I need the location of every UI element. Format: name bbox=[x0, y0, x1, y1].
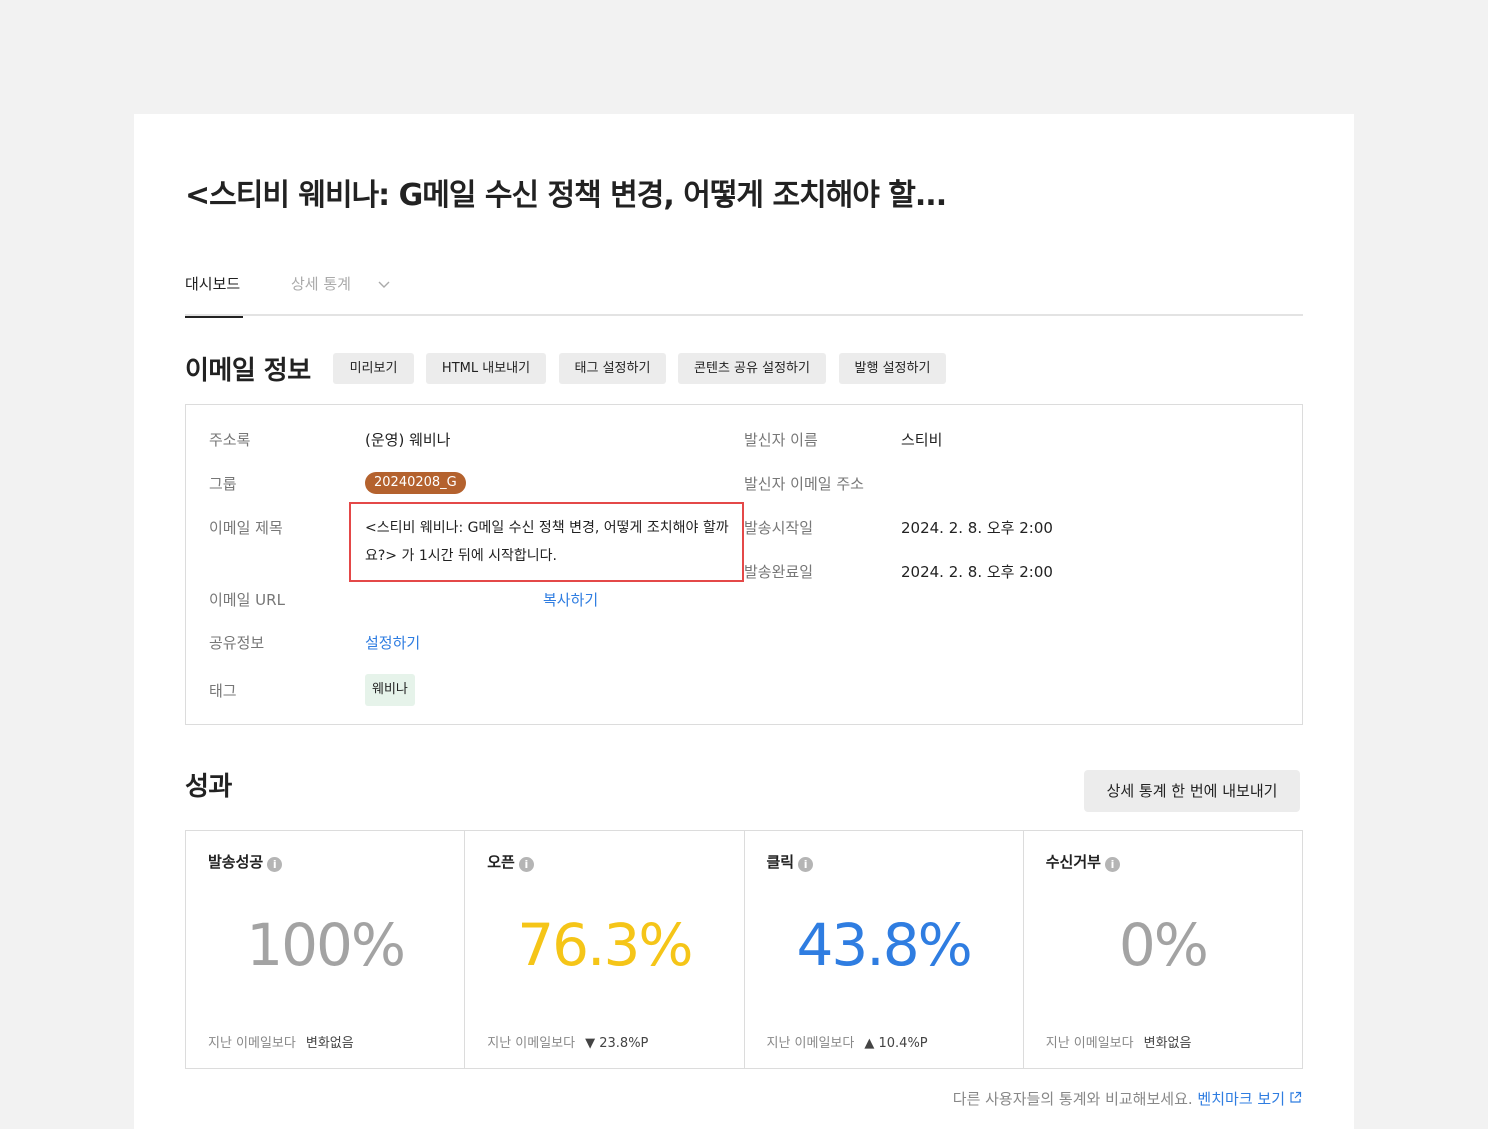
metric-value: 100% bbox=[246, 911, 406, 979]
benchmark-text: 다른 사용자들의 통계와 비교해보세요. bbox=[952, 1090, 1193, 1108]
email-info-title: 이메일 정보 bbox=[185, 356, 311, 386]
preview-button[interactable]: 미리보기 bbox=[333, 353, 414, 384]
page-title: <스티비 웨비나: G메일 수신 정책 변경, 어떻게 조치해야 할... bbox=[185, 178, 947, 213]
compare-label: 지난 이메일보다 bbox=[487, 1036, 576, 1051]
metric-value: 0% bbox=[1118, 911, 1209, 979]
compare-label: 지난 이메일보다 bbox=[1045, 1036, 1134, 1051]
metric-unsubscribe: 수신거부 i 0% 지난 이메일보다 변화없음 bbox=[1024, 831, 1302, 1068]
down-triangle-icon: ▼ bbox=[585, 1036, 596, 1051]
metric-open: 오픈 i 76.3% 지난 이메일보다 ▼ 23.8%P bbox=[465, 831, 745, 1068]
metric-value: 76.3% bbox=[517, 911, 693, 979]
html-export-button[interactable]: HTML 내보내기 bbox=[426, 353, 546, 384]
benchmark-row: 다른 사용자들의 통계와 비교해보세요. 벤치마크 보기 bbox=[953, 1088, 1302, 1109]
info-icon[interactable]: i bbox=[1104, 857, 1120, 872]
email-url-label: 이메일 URL bbox=[209, 591, 285, 609]
subject-label: 이메일 제목 bbox=[209, 519, 283, 537]
copy-url-link[interactable]: 복사하기 bbox=[543, 589, 598, 610]
export-all-stats-button[interactable]: 상세 통계 한 번에 내보내기 bbox=[1084, 770, 1300, 812]
tab-detail-stats-label: 상세 통계 bbox=[291, 275, 351, 293]
info-icon[interactable]: i bbox=[518, 857, 534, 872]
tab-dashboard-label: 대시보드 bbox=[185, 275, 241, 293]
change-value: 변화없음 bbox=[1143, 1036, 1192, 1051]
sender-name-value: 스티비 bbox=[901, 431, 943, 449]
subject-value: <스티비 웨비나: G메일 수신 정책 변경, 어떻게 조치해야 할까요?> 가… bbox=[349, 502, 744, 582]
share-settings-link[interactable]: 설정하기 bbox=[365, 632, 420, 653]
send-end-label: 발송완료일 bbox=[744, 563, 814, 581]
benchmark-link[interactable]: 벤치마크 보기 bbox=[1197, 1090, 1285, 1108]
change-value: 23.8%P bbox=[599, 1036, 649, 1051]
metric-title: 오픈 bbox=[487, 853, 515, 871]
metric-title: 수신거부 bbox=[1045, 853, 1101, 871]
change-value: 10.4%P bbox=[878, 1036, 928, 1051]
metric-title: 발송성공 bbox=[208, 853, 264, 871]
sender-email-label: 발신자 이메일 주소 bbox=[744, 475, 864, 493]
sender-name-label: 발신자 이름 bbox=[744, 431, 818, 449]
compare-label: 지난 이메일보다 bbox=[766, 1036, 855, 1051]
tab-dashboard[interactable]: 대시보드 bbox=[185, 270, 243, 318]
compare-label: 지난 이메일보다 bbox=[208, 1036, 296, 1051]
tag-label: 태그 bbox=[209, 682, 237, 700]
metrics-panel: 발송성공 i 100% 지난 이메일보다 변화없음 오픈 i 76.3% 지난 이메일… bbox=[185, 830, 1303, 1069]
metric-value: 43.8% bbox=[796, 911, 972, 979]
up-triangle-icon: ▲ bbox=[864, 1036, 875, 1051]
address-book-value: (운영) 웨비나 bbox=[365, 431, 451, 449]
change-value: 변화없음 bbox=[305, 1036, 354, 1051]
group-label: 그룹 bbox=[209, 475, 237, 493]
metric-title: 클릭 bbox=[766, 853, 795, 871]
external-link-icon[interactable] bbox=[1289, 1091, 1302, 1108]
tab-bar: 대시보드 상세 통계 bbox=[185, 270, 1303, 318]
content-share-settings-button[interactable]: 콘텐츠 공유 설정하기 bbox=[678, 353, 826, 384]
info-icon[interactable]: i bbox=[798, 857, 814, 872]
group-badge: 20240208_G bbox=[365, 472, 466, 494]
send-end-value: 2024. 2. 8. 오후 2:00 bbox=[901, 563, 1053, 581]
send-start-label: 발송시작일 bbox=[744, 519, 814, 537]
address-book-label: 주소록 bbox=[209, 431, 251, 449]
share-info-label: 공유정보 bbox=[209, 634, 265, 652]
email-info-box: 주소록 (운영) 웨비나 그룹 20240208_G 이메일 제목 <스티비 웨… bbox=[185, 404, 1303, 725]
tag-settings-button[interactable]: 태그 설정하기 bbox=[559, 353, 666, 384]
chevron-down-icon bbox=[378, 270, 390, 298]
send-start-value: 2024. 2. 8. 오후 2:00 bbox=[901, 519, 1053, 537]
info-icon[interactable]: i bbox=[267, 857, 283, 872]
tag-chip[interactable]: 웨비나 bbox=[365, 674, 415, 706]
metric-click: 클릭 i 43.8% 지난 이메일보다 ▲ 10.4%P bbox=[745, 831, 1024, 1068]
main-card: <스티비 웨비나: G메일 수신 정책 변경, 어떻게 조치해야 할... 대시… bbox=[134, 114, 1354, 1129]
metric-delivered: 발송성공 i 100% 지난 이메일보다 변화없음 bbox=[186, 831, 466, 1068]
publish-settings-button[interactable]: 발행 설정하기 bbox=[839, 353, 946, 384]
tab-detail-stats[interactable]: 상세 통계 bbox=[291, 270, 390, 316]
performance-title: 성과 bbox=[185, 772, 232, 802]
